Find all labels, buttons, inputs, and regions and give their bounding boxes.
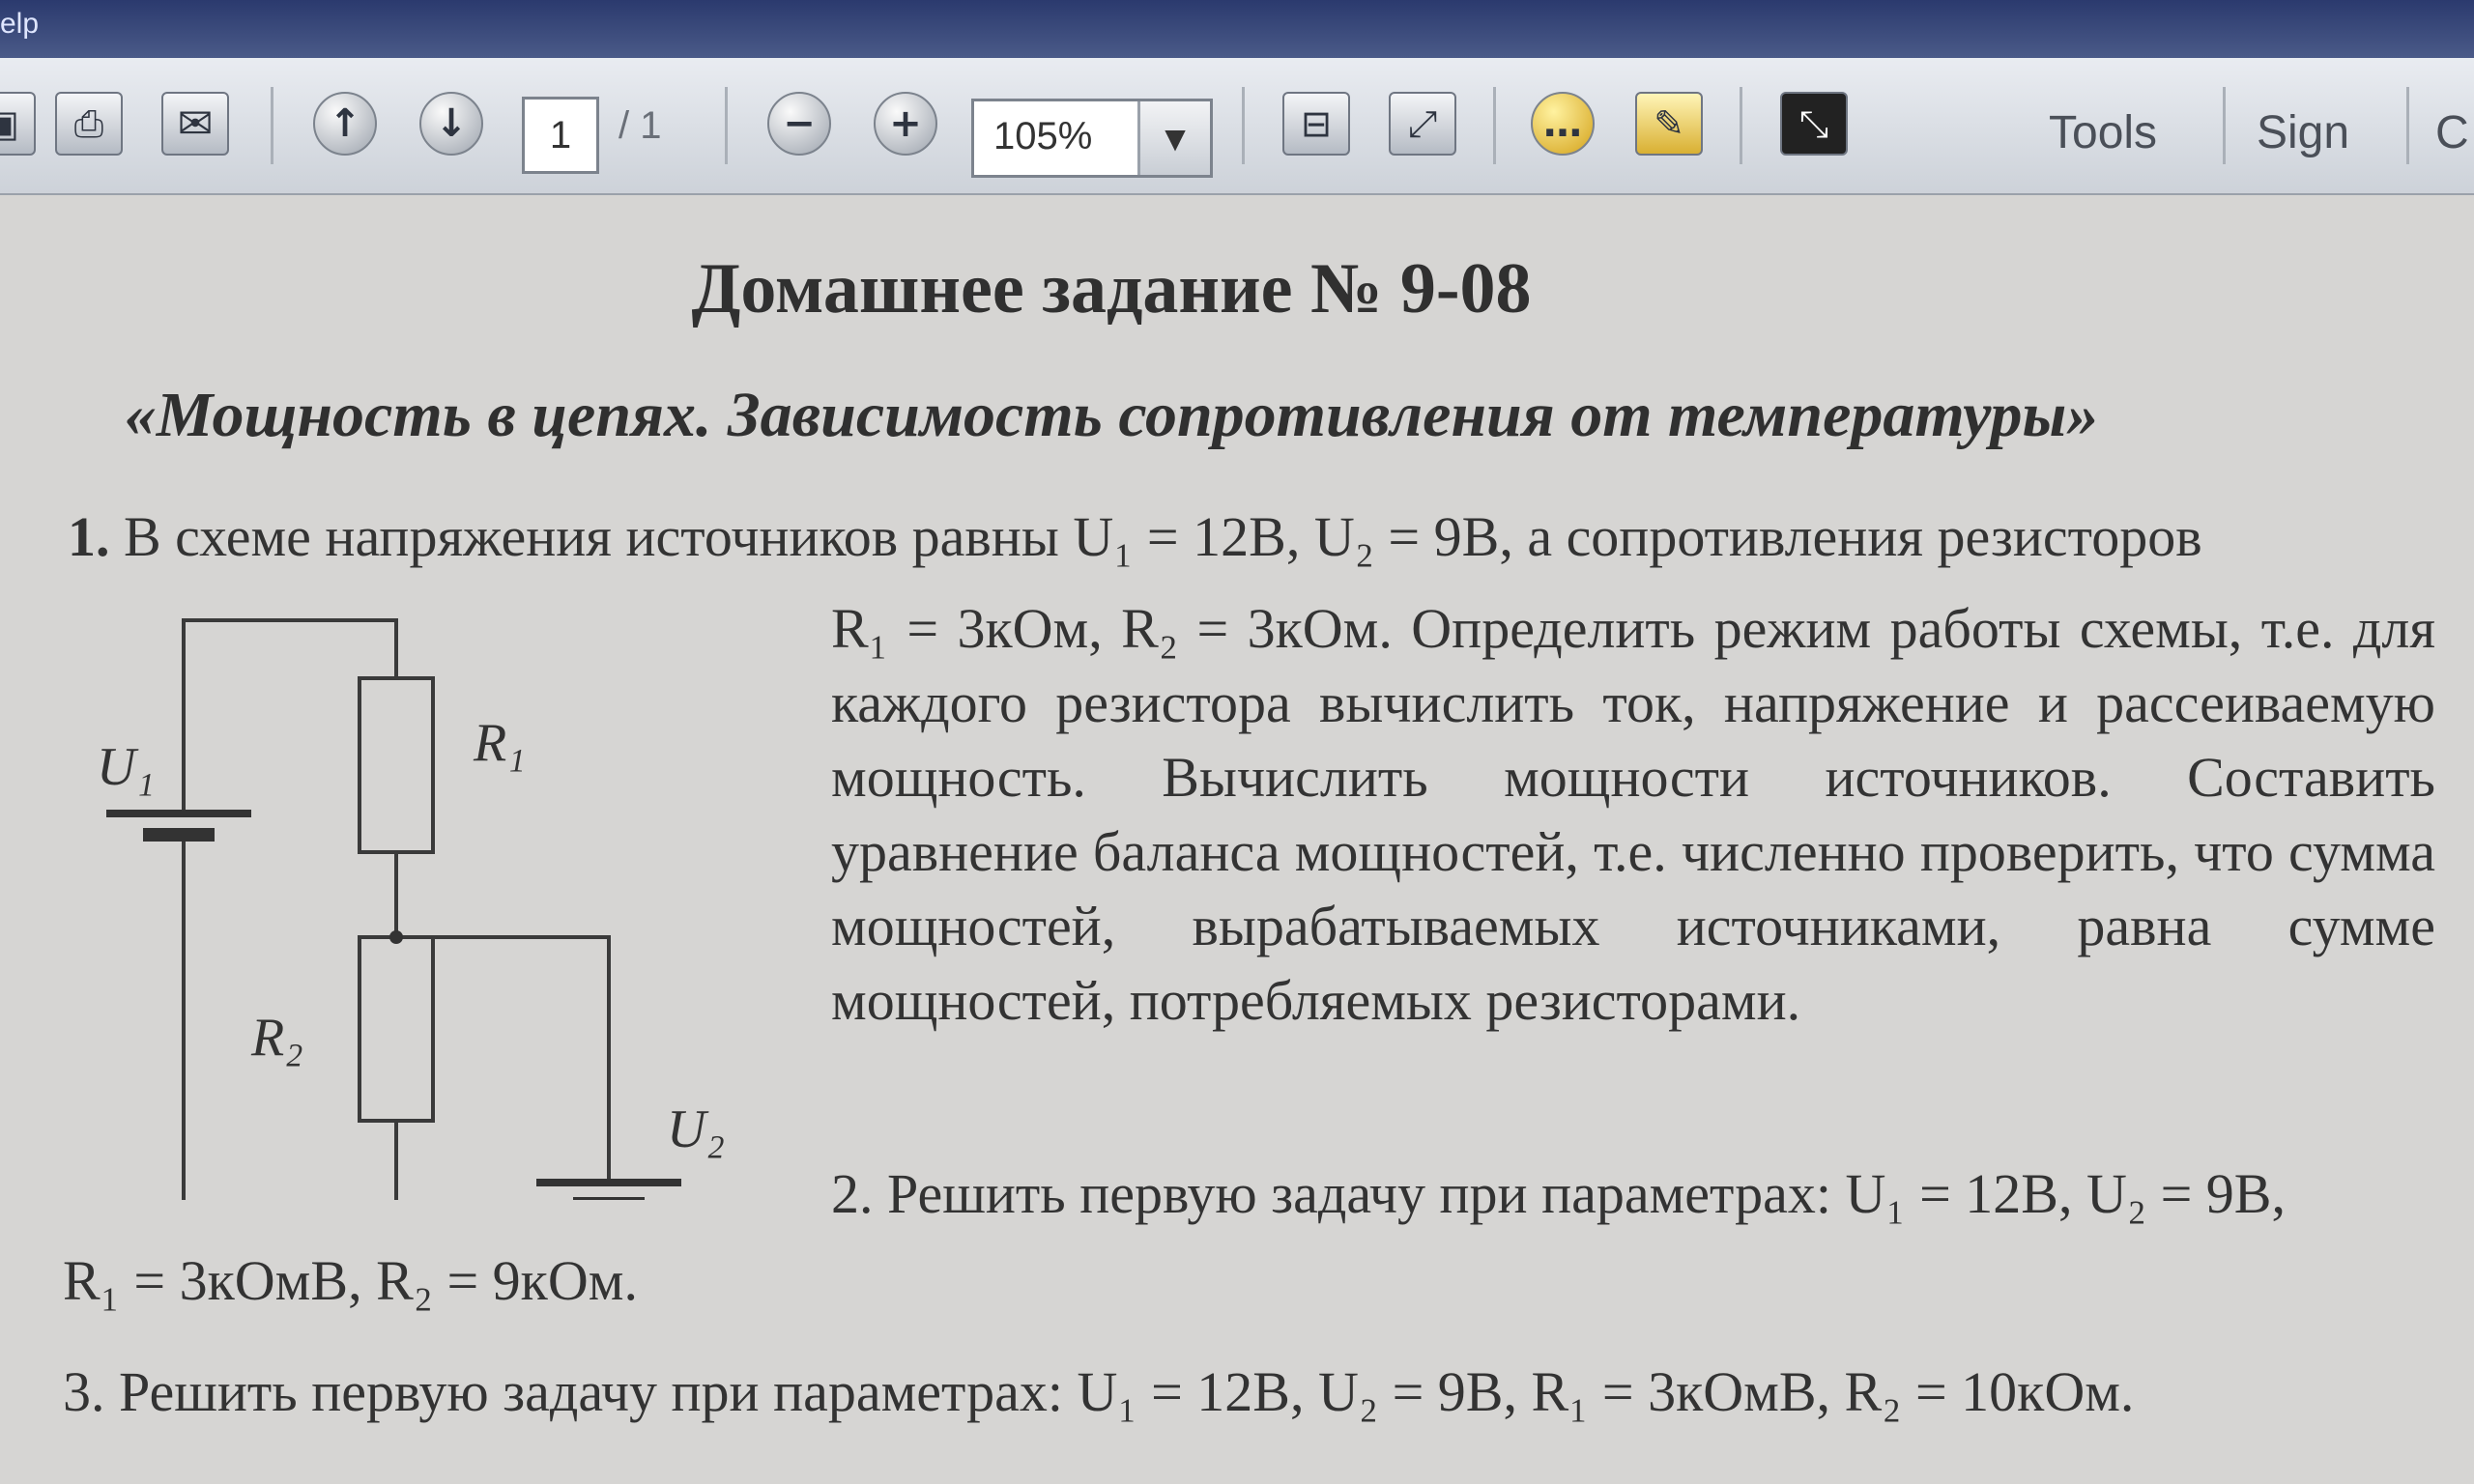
window-title-strip: elp: [0, 0, 2474, 58]
save-button[interactable]: ▣: [0, 85, 43, 162]
label-r2: R₂: [250, 1008, 303, 1068]
email-icon: ✉: [161, 92, 229, 156]
comment-pane-button[interactable]: C: [2435, 106, 2469, 159]
sign-pane-button[interactable]: Sign: [2257, 106, 2349, 159]
resistor-r2: [358, 935, 435, 1123]
toolbar-divider: [2406, 87, 2409, 164]
toolbar-divider: [2223, 87, 2226, 164]
email-button[interactable]: ✉: [155, 85, 236, 162]
comment-button[interactable]: …: [1522, 85, 1603, 162]
problem-1-number: 1.: [68, 505, 110, 568]
problem-2-tail: R₁ = 3кОмВ, R₂ = 9кОм.: [63, 1249, 638, 1312]
fit-width-icon: ⤢: [1389, 92, 1456, 156]
problem-3: 3. Решить первую задачу при параметрах: …: [63, 1360, 2135, 1423]
save-icon: ▣: [0, 92, 36, 156]
previous-page-button[interactable]: ↑: [304, 85, 386, 162]
fit-page-button[interactable]: ⊟: [1276, 85, 1357, 162]
problem-1-lead-text: В схеме напряжения источников равны U₁ =…: [124, 505, 2202, 568]
next-page-button[interactable]: ↓: [411, 85, 492, 162]
page-total-label: / 1: [618, 104, 662, 147]
junction-node-top: [389, 930, 403, 944]
problem-1-body: R₁ = 3кОм, R₂ = 3кОм. Определить режим р…: [831, 597, 2435, 1032]
toolbar-divider: [725, 87, 728, 164]
toolbar-divider: [1493, 87, 1496, 164]
circuit-diagram: U₁ R₁ R₂ U₂: [97, 618, 725, 1200]
zoom-select[interactable]: 105% ▼: [971, 99, 1213, 178]
document-page: Домашнее задание № 9-08 «Мощность в цепя…: [0, 195, 2474, 1484]
highlight-icon: ✎: [1635, 92, 1703, 156]
page-down-icon: ↓: [419, 92, 483, 156]
zoom-in-button[interactable]: +: [865, 85, 946, 162]
zoom-out-icon: −: [767, 92, 831, 156]
label-u2: U₂: [667, 1099, 725, 1159]
toolbar-divider: [1740, 87, 1742, 164]
tools-pane-button[interactable]: Tools: [2049, 106, 2157, 159]
menu-help[interactable]: elp: [0, 8, 39, 41]
toolbar-divider: [1242, 87, 1245, 164]
problem-2-lead: 2. Решить первую задачу при параметрах: …: [831, 1162, 2286, 1225]
zoom-value: 105%: [993, 115, 1093, 157]
problem-1-lead: 1. В схеме напряжения источников равны U…: [68, 504, 2202, 569]
fit-page-icon: ⊟: [1282, 92, 1350, 156]
wire-node-u2: [396, 935, 611, 1183]
page-number-input[interactable]: 1: [522, 97, 599, 174]
chevron-down-icon[interactable]: ▼: [1137, 101, 1210, 175]
fullscreen-button[interactable]: ⤡: [1773, 85, 1855, 162]
highlight-button[interactable]: ✎: [1628, 85, 1710, 162]
zoom-in-icon: +: [874, 92, 937, 156]
print-icon: ⎙: [55, 92, 123, 156]
page-subtitle: «Мощность в цепях. Зависимость сопротивл…: [124, 380, 2099, 450]
zoom-out-button[interactable]: −: [759, 85, 840, 162]
comment-icon: …: [1531, 92, 1595, 156]
toolbar: ▣ ⎙ ✉ ↑ ↓ 1 / 1 − + 105% ▼ ⊟ ⤢ … ✎ ⤡ Too…: [0, 58, 2474, 195]
resistor-r1: [358, 676, 435, 854]
wire-top: [182, 618, 398, 813]
toolbar-divider: [271, 87, 273, 164]
page-title: Домашнее задание № 9-08: [691, 249, 1532, 328]
label-u1: U₁: [97, 737, 155, 797]
page-up-icon: ↑: [313, 92, 377, 156]
fit-width-button[interactable]: ⤢: [1382, 85, 1463, 162]
print-button[interactable]: ⎙: [48, 85, 129, 162]
fullscreen-icon: ⤡: [1780, 92, 1848, 156]
label-r1: R₁: [473, 713, 526, 773]
